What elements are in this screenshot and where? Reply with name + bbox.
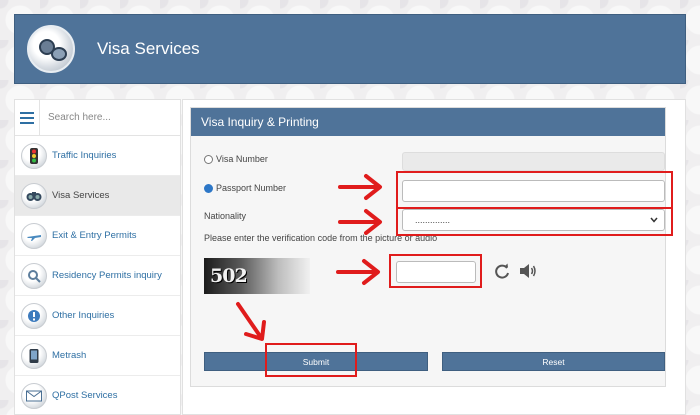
sidebar-item-visa-services[interactable]: Visa Services	[15, 176, 180, 216]
sidebar-item-residency-permits[interactable]: Residency Permits inquiry	[15, 256, 180, 296]
sidebar-item-label: Traffic Inquiries	[52, 150, 117, 161]
passport-highlight-box	[396, 171, 673, 209]
sidebar-item-label: Metrash	[52, 350, 87, 361]
nationality-label: Nationality	[204, 211, 247, 221]
page-header: Visa Services	[14, 14, 686, 84]
sidebar-item-metrash[interactable]: Metrash	[15, 336, 180, 376]
sidebar-item-label: Exit & Entry Permits	[52, 230, 137, 241]
passport-number-option[interactable]: Passport Number	[204, 183, 286, 193]
mail-icon	[21, 382, 47, 409]
magnifier-icon	[21, 262, 47, 289]
arrow-right-icon	[336, 259, 380, 285]
reset-button[interactable]: Reset	[442, 352, 665, 371]
visa-inquiry-panel: Visa Inquiry & Printing Visa Number Pass…	[190, 107, 666, 387]
sidebar-item-exit-entry-permits[interactable]: Exit & Entry Permits	[15, 216, 180, 256]
phone-icon	[21, 342, 47, 369]
visa-number-input[interactable]	[402, 152, 665, 171]
captcha-highlight-box	[389, 254, 482, 288]
refresh-icon[interactable]	[493, 262, 511, 280]
arrow-down-right-icon	[236, 302, 266, 341]
binoculars-icon	[21, 182, 47, 209]
passport-number-radio[interactable]	[204, 183, 213, 193]
visa-number-radio[interactable]	[204, 154, 213, 164]
page-title: Visa Services	[97, 39, 200, 58]
info-icon	[21, 302, 47, 329]
panel-title: Visa Inquiry & Printing	[191, 108, 665, 136]
sidebar-item-label: QPost Services	[52, 390, 118, 401]
binoculars-logo-icon	[27, 25, 75, 73]
captcha-image: 502	[204, 258, 310, 294]
audio-speaker-icon[interactable]	[519, 263, 537, 279]
arrow-right-icon	[338, 174, 382, 200]
nationality-highlight-box	[396, 207, 673, 236]
sidebar-item-other-inquiries[interactable]: Other Inquiries	[15, 296, 180, 336]
captcha-code: 502	[210, 265, 248, 287]
sidebar-item-qpost-services[interactable]: QPost Services	[15, 376, 180, 415]
passport-number-label: Passport Number	[216, 183, 287, 193]
sidebar: Traffic Inquiries Visa Services Exit & E…	[14, 99, 181, 415]
sidebar-item-label: Other Inquiries	[52, 310, 115, 321]
visa-number-label: Visa Number	[216, 154, 268, 164]
sidebar-item-label: Residency Permits inquiry	[52, 270, 162, 281]
airplane-icon	[21, 222, 47, 249]
visa-number-option[interactable]: Visa Number	[204, 154, 268, 164]
arrow-right-icon	[338, 209, 382, 235]
search-input[interactable]	[40, 100, 180, 135]
sidebar-item-label: Visa Services	[52, 190, 110, 201]
submit-highlight-box	[265, 343, 357, 377]
hamburger-menu-icon[interactable]	[15, 100, 40, 136]
traffic-light-icon	[21, 142, 47, 169]
sidebar-search-row	[15, 100, 180, 136]
sidebar-item-traffic-inquiries[interactable]: Traffic Inquiries	[15, 136, 180, 176]
